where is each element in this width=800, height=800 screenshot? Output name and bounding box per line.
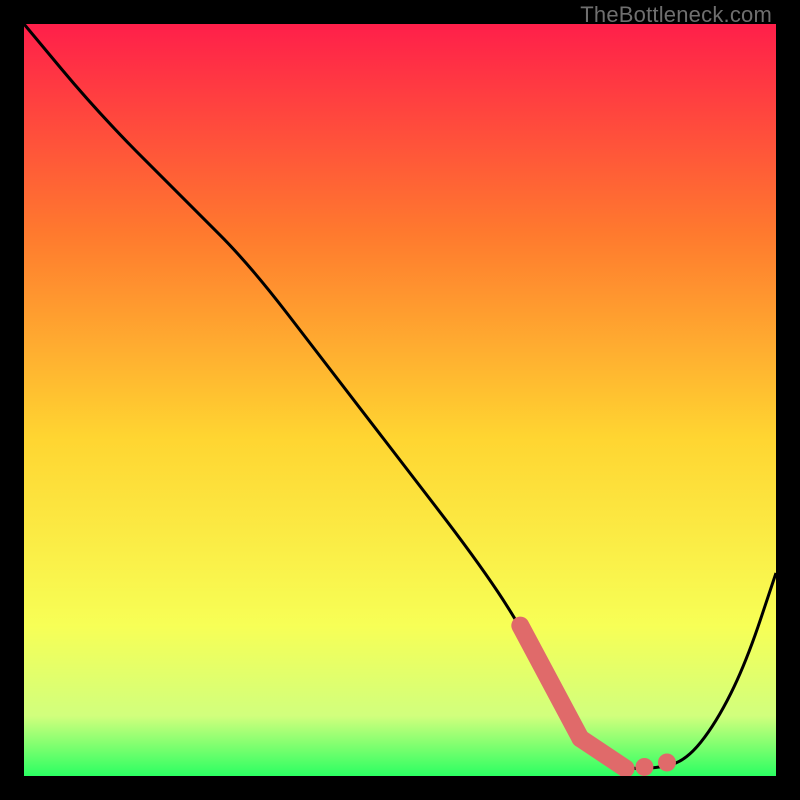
chart-frame bbox=[24, 24, 776, 776]
highlight-dot bbox=[658, 753, 676, 771]
highlight-dot bbox=[635, 758, 653, 776]
gradient-background bbox=[24, 24, 776, 776]
bottleneck-chart bbox=[24, 24, 776, 776]
